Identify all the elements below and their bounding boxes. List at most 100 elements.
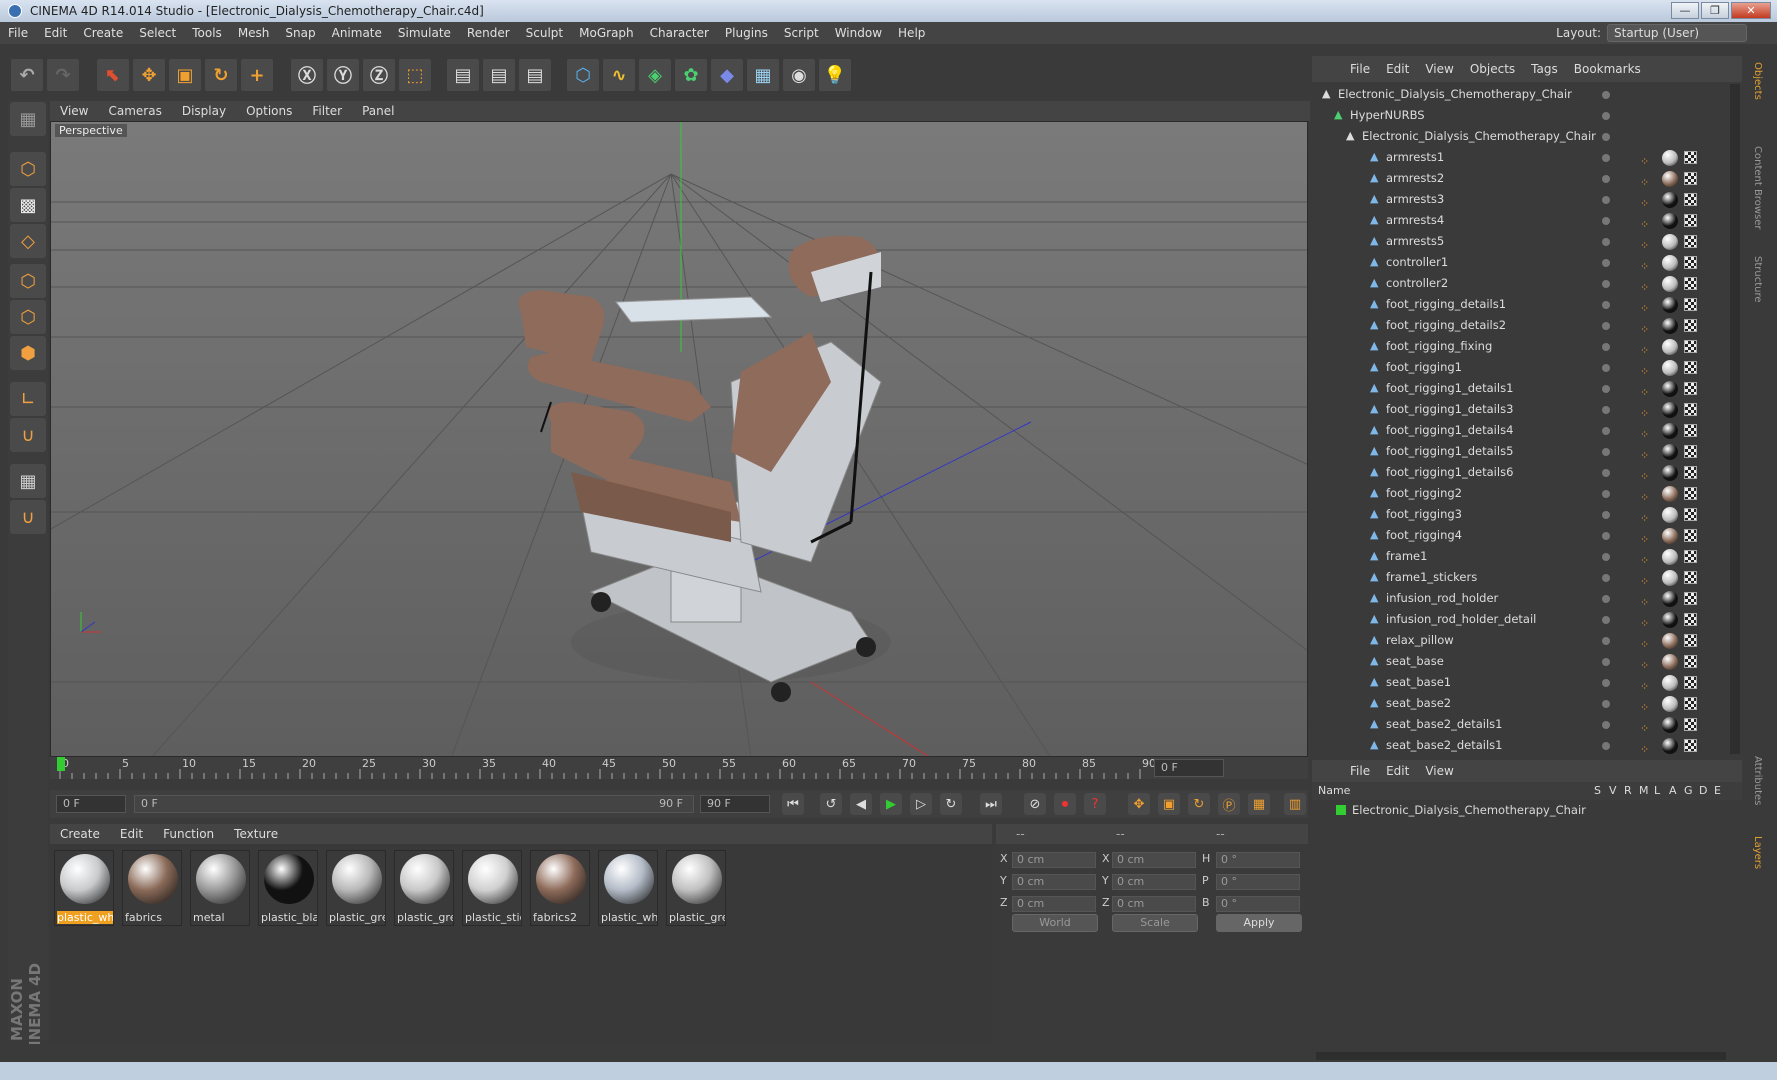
visibility-dot[interactable] bbox=[1602, 595, 1610, 603]
visibility-dot[interactable] bbox=[1602, 574, 1610, 582]
viewport-menu-view[interactable]: View bbox=[50, 101, 98, 121]
visibility-dot[interactable] bbox=[1602, 175, 1610, 183]
camera-icon[interactable]: ◉ bbox=[782, 58, 816, 92]
menu-file[interactable]: File bbox=[0, 22, 36, 44]
object-menu-tags[interactable]: Tags bbox=[1523, 56, 1566, 82]
cube-icon[interactable]: ⬡ bbox=[566, 58, 600, 92]
play-icon[interactable]: ▶ bbox=[880, 793, 902, 815]
maximize-button[interactable]: ❐ bbox=[1701, 2, 1729, 19]
layer-menu-file[interactable]: File bbox=[1342, 760, 1378, 782]
texture-tag[interactable] bbox=[1684, 403, 1697, 416]
object-row[interactable]: ▲ Electronic_Dialysis_Chemotherapy_Chair bbox=[1312, 84, 1738, 105]
time-range-slider[interactable]: 0 F 90 F bbox=[134, 795, 694, 813]
magnet-icon[interactable]: ∪ bbox=[10, 418, 46, 452]
visibility-dot[interactable] bbox=[1602, 259, 1610, 267]
visibility-dot[interactable] bbox=[1602, 133, 1610, 141]
menu-create[interactable]: Create bbox=[75, 22, 131, 44]
material-tag[interactable] bbox=[1662, 549, 1678, 565]
object-row[interactable]: ▲ foot_rigging3 ⁘ bbox=[1312, 504, 1738, 525]
material-tag[interactable] bbox=[1662, 360, 1678, 376]
current-frame-field[interactable]: 0 F bbox=[1154, 759, 1224, 777]
menu-sculpt[interactable]: Sculpt bbox=[518, 22, 571, 44]
live-selection-icon[interactable]: ⬉ bbox=[96, 58, 130, 92]
texture-tag[interactable] bbox=[1684, 655, 1697, 668]
material-tag[interactable] bbox=[1662, 591, 1678, 607]
x-axis-icon[interactable]: Ⓧ bbox=[290, 58, 324, 92]
record-icon[interactable]: ⏺ bbox=[1054, 793, 1076, 815]
material-tag[interactable] bbox=[1662, 633, 1678, 649]
visibility-dot[interactable] bbox=[1602, 616, 1610, 624]
object-menu-view[interactable]: View bbox=[1417, 56, 1461, 82]
coord-value-field[interactable]: 0 cm bbox=[1012, 852, 1096, 868]
visibility-dot[interactable] bbox=[1602, 238, 1610, 246]
coord-value-field[interactable]: 0 cm bbox=[1012, 874, 1096, 890]
timeline-ruler[interactable]: 0 5 10 15 20 25 30 35 40 45 50 55 60 65 70 75 80 85 90 0 F bbox=[50, 757, 1308, 779]
coordinate-system-icon[interactable]: ⬚ bbox=[398, 58, 432, 92]
object-row[interactable]: ▲ HyperNURBS bbox=[1312, 105, 1738, 126]
viewport-menu-display[interactable]: Display bbox=[172, 101, 236, 121]
close-button[interactable]: ✕ bbox=[1731, 2, 1771, 19]
texture-tag[interactable] bbox=[1684, 361, 1697, 374]
object-scrollbar[interactable] bbox=[1730, 84, 1740, 754]
redo-icon[interactable]: ↷ bbox=[46, 58, 80, 92]
visibility-dot[interactable] bbox=[1602, 427, 1610, 435]
coord-value-field[interactable]: 0 ° bbox=[1216, 874, 1300, 890]
texture-mode-icon[interactable]: ▩ bbox=[10, 188, 46, 222]
object-row[interactable]: ▲ foot_rigging1 ⁘ bbox=[1312, 357, 1738, 378]
texture-tag[interactable] bbox=[1684, 298, 1697, 311]
texture-tag[interactable] bbox=[1684, 424, 1697, 437]
polygons-mode-icon[interactable]: ⬢ bbox=[10, 336, 46, 370]
keyframe-selection-icon[interactable]: ⊘ bbox=[1024, 793, 1046, 815]
snap-icon[interactable]: ∪ bbox=[10, 500, 46, 534]
visibility-dot[interactable] bbox=[1602, 154, 1610, 162]
array-icon[interactable]: ✿ bbox=[674, 58, 708, 92]
workplane-icon[interactable]: ◇ bbox=[10, 224, 46, 258]
material-swatch[interactable]: plastic_gre bbox=[326, 850, 386, 926]
texture-tag[interactable] bbox=[1684, 676, 1697, 689]
rotate-icon[interactable]: ↻ bbox=[204, 58, 238, 92]
object-row[interactable]: ▲ armrests3 ⁘ bbox=[1312, 189, 1738, 210]
texture-tag[interactable] bbox=[1684, 277, 1697, 290]
menu-animate[interactable]: Animate bbox=[324, 22, 390, 44]
visibility-dot[interactable] bbox=[1602, 343, 1610, 351]
layout-dropdown[interactable]: Startup (User) bbox=[1607, 24, 1747, 42]
material-swatch[interactable]: plastic_whi bbox=[598, 850, 658, 926]
visibility-dot[interactable] bbox=[1602, 637, 1610, 645]
points-mode-icon[interactable]: ⬡ bbox=[10, 264, 46, 298]
visibility-dot[interactable] bbox=[1602, 721, 1610, 729]
texture-tag[interactable] bbox=[1684, 697, 1697, 710]
visibility-dot[interactable] bbox=[1602, 385, 1610, 393]
visibility-dot[interactable] bbox=[1602, 406, 1610, 414]
texture-tag[interactable] bbox=[1684, 172, 1697, 185]
spline-icon[interactable]: ∿ bbox=[602, 58, 636, 92]
material-tag[interactable] bbox=[1662, 696, 1678, 712]
menu-character[interactable]: Character bbox=[642, 22, 717, 44]
menu-simulate[interactable]: Simulate bbox=[390, 22, 459, 44]
next-frame-icon[interactable]: ▷ bbox=[910, 793, 932, 815]
grid-lock-icon[interactable]: ▦ bbox=[10, 464, 46, 498]
object-row[interactable]: ▲ infusion_rod_holder_detail ⁘ bbox=[1312, 609, 1738, 630]
material-tag[interactable] bbox=[1662, 213, 1678, 229]
texture-tag[interactable] bbox=[1684, 340, 1697, 353]
floor-icon[interactable]: ▦ bbox=[746, 58, 780, 92]
object-row[interactable]: ▲ foot_rigging1_details4 ⁘ bbox=[1312, 420, 1738, 441]
visibility-dot[interactable] bbox=[1602, 301, 1610, 309]
texture-tag[interactable] bbox=[1684, 382, 1697, 395]
texture-tag[interactable] bbox=[1684, 613, 1697, 626]
object-row[interactable]: ▲ Electronic_Dialysis_Chemotherapy_Chair bbox=[1312, 126, 1738, 147]
light-icon[interactable]: 💡 bbox=[818, 58, 852, 92]
object-menu-file[interactable]: File bbox=[1342, 56, 1378, 82]
axis-icon[interactable]: ∟ bbox=[10, 382, 46, 416]
key-rotation-icon[interactable]: ↻ bbox=[1188, 793, 1210, 815]
menu-select[interactable]: Select bbox=[131, 22, 184, 44]
go-to-end-icon[interactable]: ⏭ bbox=[980, 793, 1002, 815]
texture-tag[interactable] bbox=[1684, 487, 1697, 500]
key-position-icon[interactable]: ✥ bbox=[1128, 793, 1150, 815]
coord-value-field[interactable]: 0 cm bbox=[1112, 874, 1196, 890]
material-swatch[interactable]: plastic_stic bbox=[462, 850, 522, 926]
move-icon[interactable]: ✥ bbox=[132, 58, 166, 92]
material-tag[interactable] bbox=[1662, 654, 1678, 670]
material-swatch[interactable]: fabrics2 bbox=[530, 850, 590, 926]
key-scale-icon[interactable]: ▣ bbox=[1158, 793, 1180, 815]
material-menu-edit[interactable]: Edit bbox=[110, 824, 153, 844]
